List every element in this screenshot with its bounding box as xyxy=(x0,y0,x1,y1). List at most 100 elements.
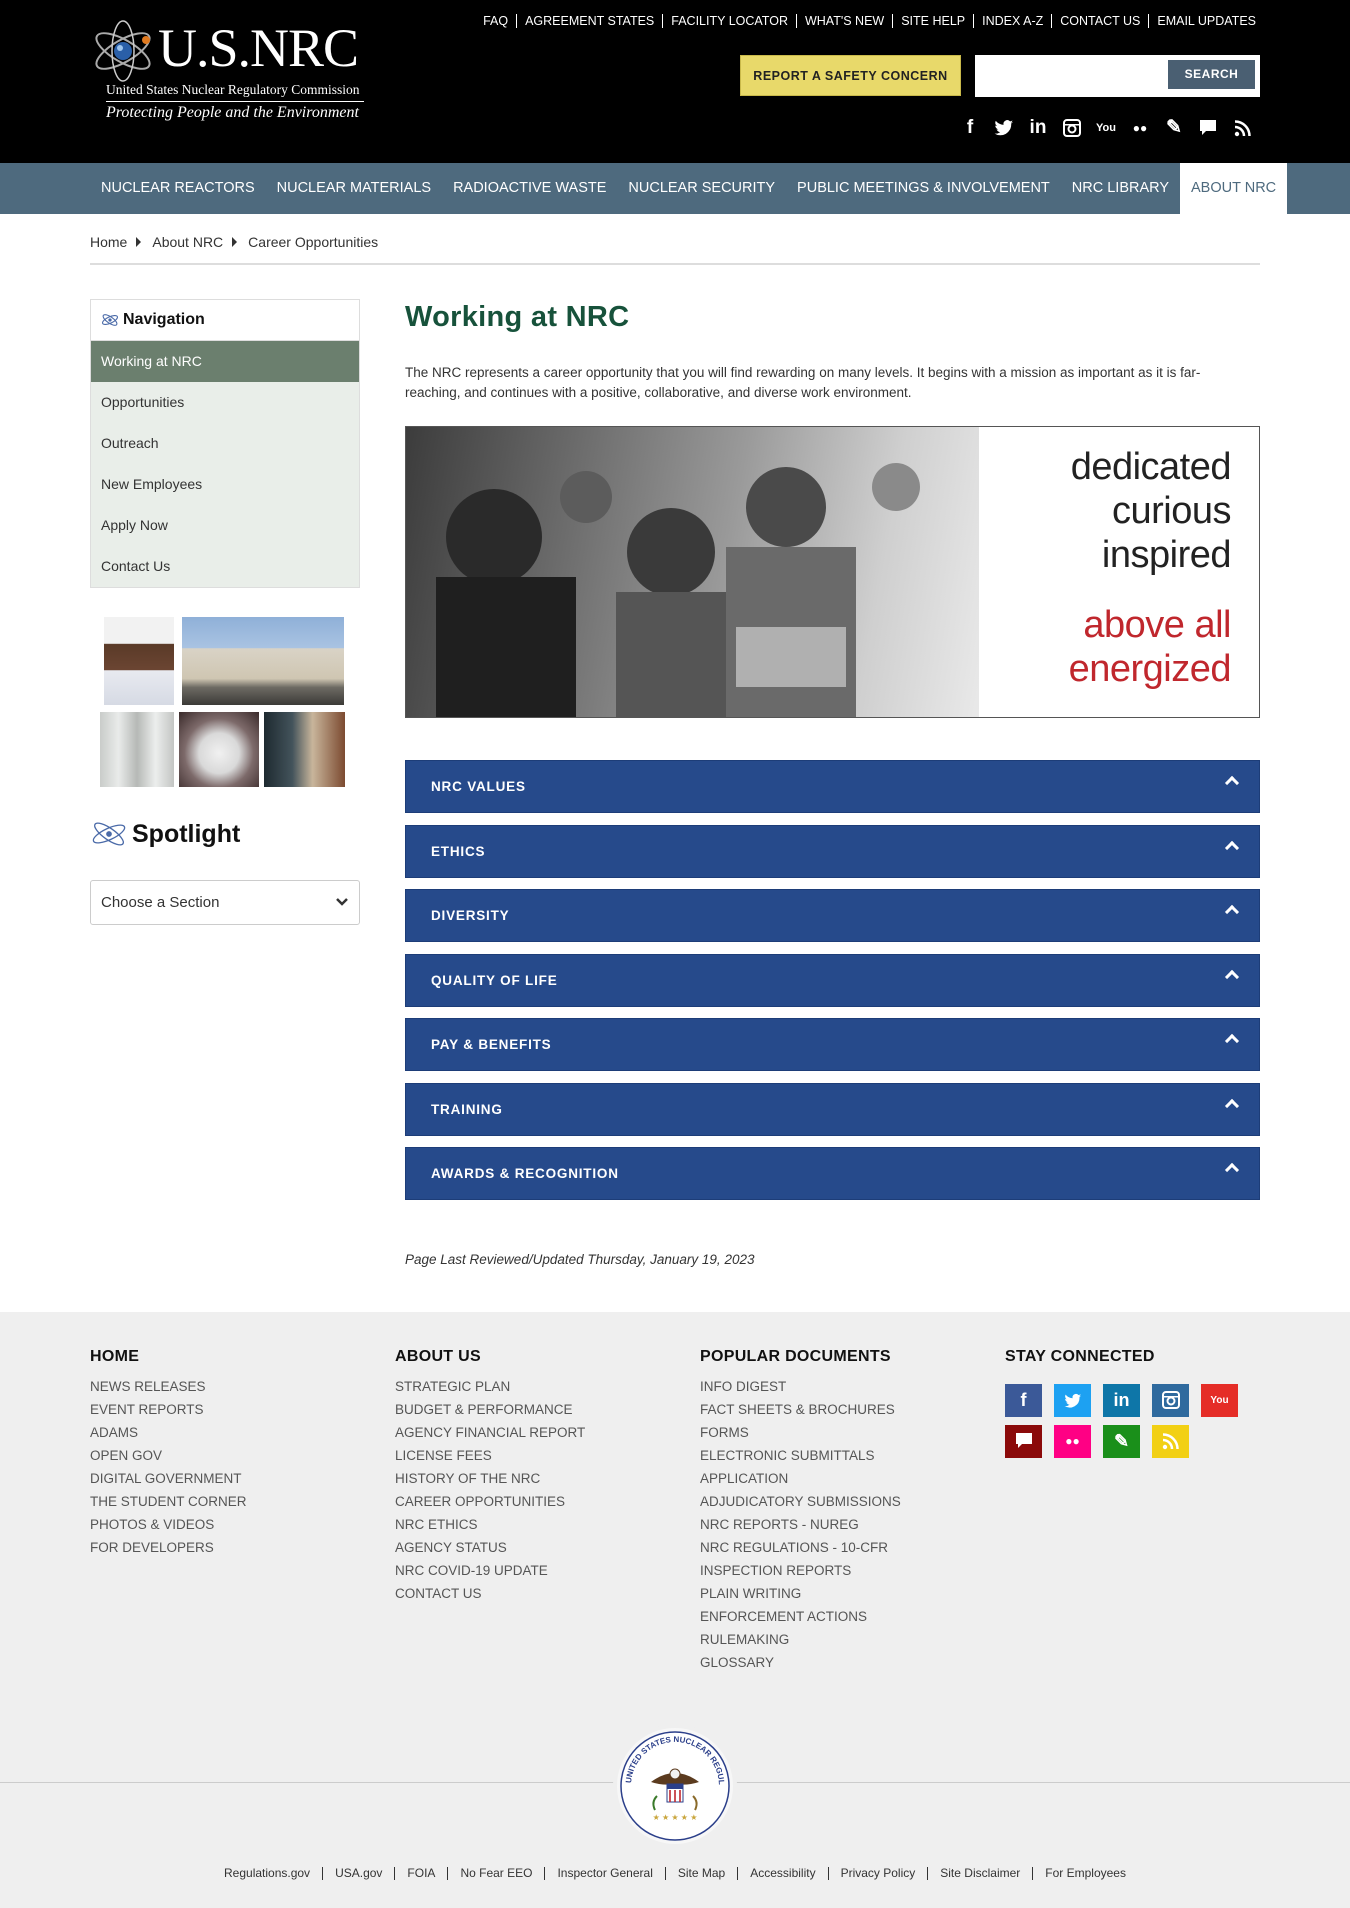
rss-icon[interactable] xyxy=(1152,1425,1189,1458)
footer-link[interactable]: RULEMAKING xyxy=(700,1628,901,1651)
twitter-icon[interactable] xyxy=(994,116,1014,140)
util-link-whats-new[interactable]: WHAT'S NEW xyxy=(795,14,892,28)
util-link-email-updates[interactable]: EMAIL UPDATES xyxy=(1148,14,1256,28)
comment-icon[interactable] xyxy=(1005,1425,1042,1458)
footer-link[interactable]: EVENT REPORTS xyxy=(90,1398,247,1421)
legal-link-for-employees[interactable]: For Employees xyxy=(1032,1867,1138,1880)
footer-link[interactable]: FACT SHEETS & BROCHURES xyxy=(700,1398,901,1421)
nav-public-meetings[interactable]: PUBLIC MEETINGS & INVOLVEMENT xyxy=(786,163,1061,214)
facebook-icon[interactable]: f xyxy=(960,116,980,140)
footer-link[interactable]: NRC REPORTS - NUREG xyxy=(700,1513,901,1536)
util-link-facility-locator[interactable]: FACILITY LOCATOR xyxy=(662,14,796,28)
blog-icon[interactable]: ✎ xyxy=(1103,1425,1140,1458)
footer-link[interactable]: ENFORCEMENT ACTIONS xyxy=(700,1605,901,1628)
footer-link[interactable]: FOR DEVELOPERS xyxy=(90,1536,247,1559)
accordion-pay-benefits[interactable]: PAY & BENEFITS xyxy=(405,1018,1260,1071)
facebook-icon[interactable]: f xyxy=(1005,1384,1042,1417)
flickr-icon[interactable]: ●● xyxy=(1054,1425,1091,1458)
linkedin-icon[interactable]: in xyxy=(1103,1384,1140,1417)
footer-link[interactable]: INSPECTION REPORTS xyxy=(700,1559,901,1582)
footer-link[interactable]: NEWS RELEASES xyxy=(90,1375,247,1398)
footer-link[interactable]: ADAMS xyxy=(90,1421,247,1444)
util-link-faq[interactable]: FAQ xyxy=(475,14,516,28)
footer-link[interactable]: NRC REGULATIONS - 10-CFR xyxy=(700,1536,901,1559)
footer-column-title[interactable]: POPULAR DOCUMENTS xyxy=(700,1348,901,1366)
report-safety-concern-button[interactable]: REPORT A SAFETY CONCERN xyxy=(740,55,961,96)
accordion-quality-of-life[interactable]: QUALITY OF LIFE xyxy=(405,954,1260,1007)
side-nav-working-at-nrc[interactable]: Working at NRC xyxy=(91,341,359,382)
blog-icon[interactable]: ✎ xyxy=(1164,116,1184,140)
util-link-agreement-states[interactable]: AGREEMENT STATES xyxy=(516,14,662,28)
choose-section-select[interactable]: Choose a Section xyxy=(90,880,360,925)
side-nav-apply-now[interactable]: Apply Now xyxy=(91,505,359,546)
footer-link[interactable]: NRC COVID-19 UPDATE xyxy=(395,1559,585,1582)
footer-link[interactable]: FORMS xyxy=(700,1421,901,1444)
rss-icon[interactable] xyxy=(1232,116,1252,140)
footer-link[interactable]: BUDGET & PERFORMANCE xyxy=(395,1398,585,1421)
util-link-contact-us[interactable]: CONTACT US xyxy=(1051,14,1148,28)
breadcrumb-divider xyxy=(90,263,1260,265)
nav-nuclear-reactors[interactable]: NUCLEAR REACTORS xyxy=(90,163,266,214)
footer-column-title[interactable]: HOME xyxy=(90,1348,247,1366)
nav-nrc-library[interactable]: NRC LIBRARY xyxy=(1061,163,1180,214)
nrc-logo[interactable]: U.S.NRC United States Nuclear Regulatory… xyxy=(90,18,365,124)
legal-link-accessibility[interactable]: Accessibility xyxy=(737,1867,827,1880)
twitter-icon[interactable] xyxy=(1054,1384,1091,1417)
linkedin-icon[interactable]: in xyxy=(1028,116,1048,140)
footer-link[interactable]: CAREER OPPORTUNITIES xyxy=(395,1490,585,1513)
footer-link[interactable]: STRATEGIC PLAN xyxy=(395,1375,585,1398)
accordion-training[interactable]: TRAINING xyxy=(405,1083,1260,1136)
search-input[interactable] xyxy=(982,62,1162,90)
instagram-icon[interactable] xyxy=(1152,1384,1189,1417)
footer-link[interactable]: GLOSSARY xyxy=(700,1651,901,1674)
nav-nuclear-security[interactable]: NUCLEAR SECURITY xyxy=(617,163,786,214)
footer-link[interactable]: PHOTOS & VIDEOS xyxy=(90,1513,247,1536)
comment-icon[interactable] xyxy=(1198,116,1218,140)
legal-link-foia[interactable]: FOIA xyxy=(394,1867,447,1880)
side-nav-new-employees[interactable]: New Employees xyxy=(91,464,359,505)
footer-link[interactable]: OPEN GOV xyxy=(90,1444,247,1467)
youtube-icon[interactable]: You xyxy=(1201,1384,1238,1417)
footer-link[interactable]: DIGITAL GOVERNMENT xyxy=(90,1467,247,1490)
nav-nuclear-materials[interactable]: NUCLEAR MATERIALS xyxy=(266,163,442,214)
footer-column-title[interactable]: ABOUT US xyxy=(395,1348,585,1366)
footer-link[interactable]: HISTORY OF THE NRC xyxy=(395,1467,585,1490)
legal-link-site-map[interactable]: Site Map xyxy=(664,1867,737,1880)
legal-link-usa-gov[interactable]: USA.gov xyxy=(322,1867,394,1880)
footer-link[interactable]: ADJUDICATORY SUBMISSIONS xyxy=(700,1490,901,1513)
instagram-icon[interactable] xyxy=(1062,116,1082,140)
accordion-awards-recognition[interactable]: AWARDS & RECOGNITION xyxy=(405,1147,1260,1200)
side-nav-contact-us[interactable]: Contact Us xyxy=(91,546,359,587)
youtube-icon[interactable]: You xyxy=(1096,116,1116,140)
footer-link[interactable]: NRC ETHICS xyxy=(395,1513,585,1536)
legal-link-privacy-policy[interactable]: Privacy Policy xyxy=(827,1867,928,1880)
search-button[interactable]: SEARCH xyxy=(1168,60,1255,89)
breadcrumb: Home About NRC Career Opportunities xyxy=(90,234,378,250)
legal-link-inspector-general[interactable]: Inspector General xyxy=(544,1867,664,1880)
footer-link[interactable]: APPLICATION xyxy=(700,1467,901,1490)
legal-link-site-disclaimer[interactable]: Site Disclaimer xyxy=(927,1867,1032,1880)
legal-link-regulations-gov[interactable]: Regulations.gov xyxy=(212,1867,322,1880)
breadcrumb-about-nrc[interactable]: About NRC xyxy=(152,234,223,250)
side-nav-outreach[interactable]: Outreach xyxy=(91,423,359,464)
footer-link[interactable]: ELECTRONIC SUBMITTALS xyxy=(700,1444,901,1467)
nav-radioactive-waste[interactable]: RADIOACTIVE WASTE xyxy=(442,163,617,214)
footer-link[interactable]: CONTACT US xyxy=(395,1582,585,1605)
side-nav-opportunities[interactable]: Opportunities xyxy=(91,382,359,423)
nav-about-nrc[interactable]: ABOUT NRC xyxy=(1180,163,1288,214)
legal-link-no-fear-eeo[interactable]: No Fear EEO xyxy=(447,1867,544,1880)
flickr-icon[interactable]: ●● xyxy=(1130,116,1150,140)
footer-link[interactable]: INFO DIGEST xyxy=(700,1375,901,1398)
breadcrumb-career-opportunities[interactable]: Career Opportunities xyxy=(248,234,378,250)
util-link-site-help[interactable]: SITE HELP xyxy=(892,14,973,28)
accordion-nrc-values[interactable]: NRC VALUES xyxy=(405,760,1260,813)
accordion-diversity[interactable]: DIVERSITY xyxy=(405,889,1260,942)
footer-link[interactable]: AGENCY FINANCIAL REPORT xyxy=(395,1421,585,1444)
util-link-index[interactable]: INDEX A-Z xyxy=(973,14,1051,28)
footer-link[interactable]: AGENCY STATUS xyxy=(395,1536,585,1559)
footer-link[interactable]: PLAIN WRITING xyxy=(700,1582,901,1605)
footer-link[interactable]: LICENSE FEES xyxy=(395,1444,585,1467)
breadcrumb-home[interactable]: Home xyxy=(90,234,127,250)
accordion-ethics[interactable]: ETHICS xyxy=(405,825,1260,878)
footer-link[interactable]: THE STUDENT CORNER xyxy=(90,1490,247,1513)
